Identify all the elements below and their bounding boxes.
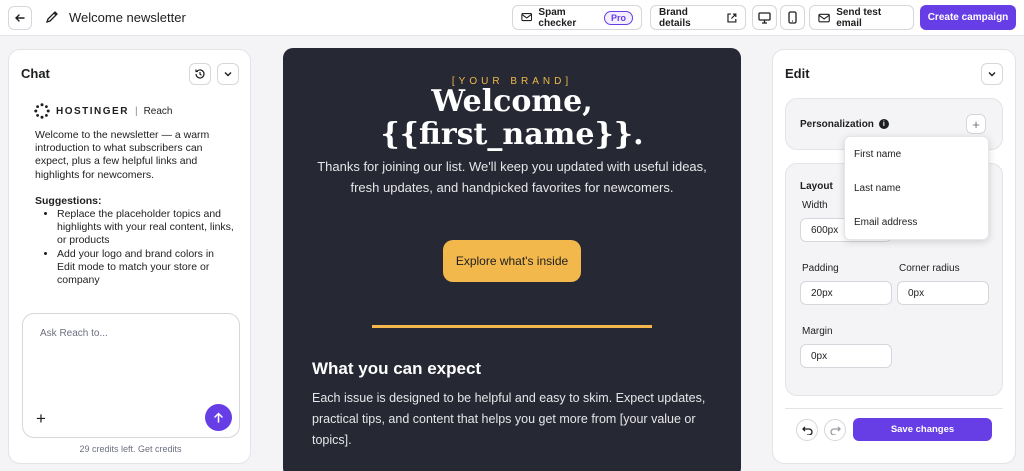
suggestions-heading: Suggestions:: [35, 194, 102, 207]
document-title[interactable]: Welcome newsletter: [69, 10, 186, 25]
undo-icon: [801, 426, 813, 435]
send-test-label: Send test email: [836, 6, 882, 29]
chat-input-placeholder[interactable]: Ask Reach to...: [40, 328, 108, 339]
chat-panel: Chat HOSTINGER | Reach Welcome to the ne…: [8, 49, 251, 464]
brand-product: Reach: [143, 105, 173, 117]
plus-icon: +: [36, 409, 46, 428]
mail-check-icon: [521, 13, 533, 22]
redo-button[interactable]: [824, 419, 846, 441]
dropdown-item-last-name[interactable]: Last name: [854, 183, 901, 194]
brand-details-label: Brand details: [659, 6, 691, 29]
plus-icon: +: [972, 116, 980, 132]
brand-details-button[interactable]: Brand details: [650, 5, 746, 30]
corner-radius-label: Corner radius: [899, 263, 960, 274]
chevron-down-icon: [224, 72, 232, 77]
undo-button[interactable]: [796, 419, 818, 441]
arrow-left-icon: [15, 14, 25, 22]
chat-message: Welcome to the newsletter — a warm intro…: [35, 129, 235, 287]
brand-row: HOSTINGER | Reach: [34, 103, 172, 119]
credits-status[interactable]: 29 credits left. Get credits: [9, 444, 252, 454]
section-body: Each issue is designed to be helpful and…: [312, 391, 706, 447]
send-button[interactable]: [205, 404, 232, 431]
chevron-down-icon: [988, 72, 996, 77]
chat-message-text: Welcome to the newsletter — a warm intro…: [35, 129, 210, 181]
chat-collapse-button[interactable]: [217, 63, 239, 85]
personalization-label: Personalization i: [800, 119, 889, 130]
suggestions-list: Replace the placeholder topics and highl…: [57, 208, 235, 287]
dropdown-item-first-name[interactable]: First name: [854, 149, 901, 160]
suggestion-item: Replace the placeholder topics and highl…: [57, 208, 235, 248]
pro-badge: Pro: [603, 10, 633, 25]
arrow-up-icon: [214, 412, 223, 423]
top-bar: Welcome newsletter Spam checker Pro Bran…: [0, 0, 1024, 36]
spam-checker-button[interactable]: Spam checker Pro: [512, 5, 642, 30]
email-cta-button[interactable]: Explore what's inside: [443, 240, 581, 282]
edit-panel: Edit Personalization i + Layout Width 600…: [772, 49, 1016, 464]
chat-title: Chat: [21, 66, 50, 81]
margin-label: Margin: [802, 326, 833, 337]
headline-line-2: {{first_name}}.: [380, 117, 644, 152]
spam-checker-label: Spam checker: [538, 6, 577, 29]
email-divider: [372, 325, 652, 328]
email-intro: Thanks for joining our list. We'll keep …: [317, 159, 707, 195]
width-label: Width: [802, 200, 828, 211]
history-button[interactable]: [189, 63, 211, 85]
attach-button[interactable]: +: [36, 409, 46, 429]
section-title: What you can expect: [312, 359, 482, 378]
edit-collapse-button[interactable]: [981, 63, 1003, 85]
hostinger-logo-icon: [34, 103, 50, 119]
padding-input[interactable]: 20px: [800, 281, 892, 305]
email-preview[interactable]: [YOUR BRAND] Welcome, {{first_name}}. Th…: [283, 48, 741, 471]
dropdown-item-email[interactable]: Email address: [854, 217, 917, 228]
external-link-icon: [727, 12, 737, 23]
mobile-preview-button[interactable]: [780, 5, 805, 30]
personalization-text: Personalization: [800, 119, 874, 130]
info-icon[interactable]: i: [878, 119, 889, 130]
add-personalization-button[interactable]: +: [966, 114, 986, 134]
save-changes-button[interactable]: Save changes: [853, 418, 992, 441]
email-headline: Welcome, {{first_name}}.: [283, 85, 741, 151]
back-button[interactable]: [8, 6, 32, 30]
margin-input[interactable]: 0px: [800, 344, 892, 368]
headline-line-1: Welcome,: [431, 84, 593, 119]
corner-radius-input[interactable]: 0px: [897, 281, 989, 305]
edit-divider: [785, 408, 1003, 409]
redo-icon: [829, 426, 841, 435]
brand-separator: |: [134, 105, 138, 117]
suggestion-item: Add your logo and brand colors in Edit m…: [57, 248, 235, 288]
create-campaign-button[interactable]: Create campaign: [920, 5, 1016, 30]
desktop-icon: [758, 11, 771, 24]
pencil-icon[interactable]: [44, 9, 60, 25]
mail-icon: [818, 13, 830, 22]
layout-label: Layout: [800, 181, 833, 192]
edit-title: Edit: [785, 66, 810, 81]
padding-label: Padding: [802, 263, 839, 274]
brand-name: HOSTINGER: [56, 105, 129, 117]
personalization-dropdown: First name Last name Email address: [844, 136, 989, 240]
desktop-preview-button[interactable]: [752, 5, 777, 30]
history-icon: [195, 69, 205, 79]
mobile-icon: [788, 11, 797, 24]
chat-input[interactable]: Ask Reach to... +: [22, 313, 240, 438]
send-test-email-button[interactable]: Send test email: [809, 5, 914, 30]
